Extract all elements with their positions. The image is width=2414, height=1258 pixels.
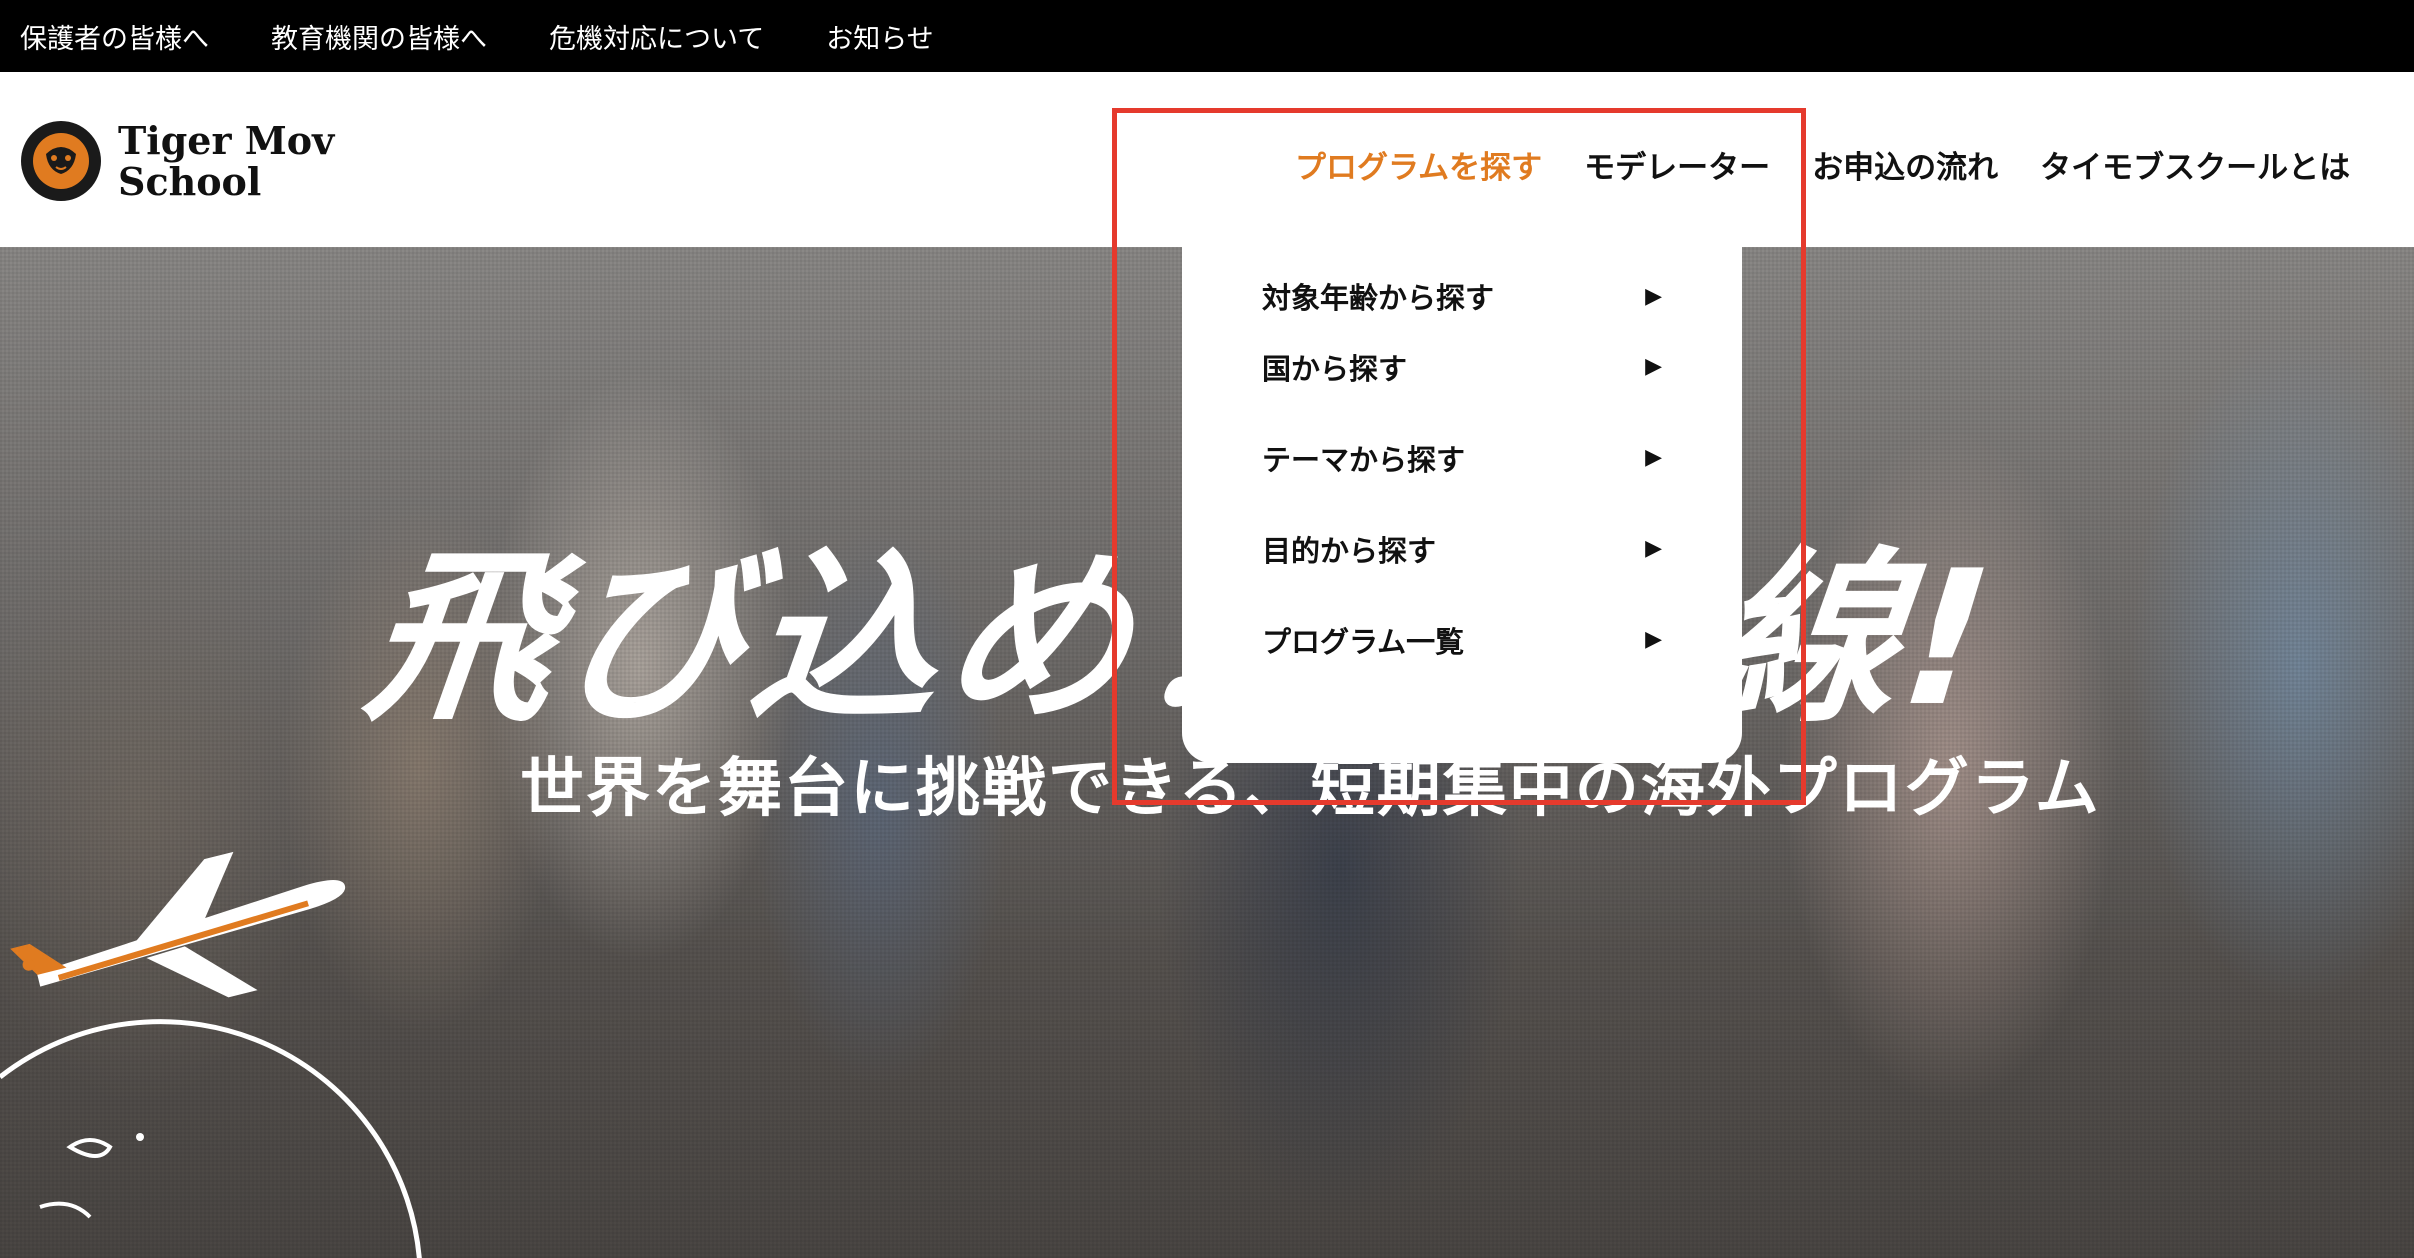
triangle-right-icon: ▶ [1645, 627, 1662, 652]
dropdown-item-program-list[interactable]: プログラム一覧 ▶ [1262, 594, 1662, 685]
main-nav: プログラムを探す モデレーター お申込の流れ タイモブスクールとは [1295, 142, 2386, 187]
top-utility-bar: 保護者の皆様へ 教育機関の皆様へ 危機対応について お知らせ [0, 0, 2414, 72]
topbar-link-schools[interactable]: 教育機関の皆様へ [271, 17, 487, 56]
brand-wordmark: Tiger Mov School [118, 120, 334, 202]
triangle-right-icon: ▶ [1645, 283, 1662, 309]
dropdown-item-label: テーマから探す [1262, 442, 1466, 477]
nav-item-moderators[interactable]: モデレーター [1584, 142, 1770, 187]
dropdown-item-label: 国から探す [1262, 351, 1408, 386]
triangle-right-icon: ▶ [1645, 536, 1662, 561]
dropdown-item-label: プログラム一覧 [1262, 624, 1465, 659]
dropdown-item-by-purpose[interactable]: 目的から探す ▶ [1262, 503, 1662, 594]
triangle-right-icon: ▶ [1645, 354, 1662, 379]
dropdown-item-by-theme[interactable]: テーマから探す ▶ [1262, 412, 1662, 503]
nav-item-about[interactable]: タイモブスクールとは [2040, 142, 2350, 187]
brand-name-line1: Tiger Mov [118, 118, 335, 163]
dropdown-menu-list: 対象年齢から探す ▶ 国から探す ▶ テーマから探す ▶ 目的から探す ▶ プロ… [1262, 271, 1662, 685]
nav-item-application-flow[interactable]: お申込の流れ [1812, 142, 1998, 187]
site-logo[interactable]: Tiger Mov School [20, 120, 334, 202]
dropdown-item-label: 目的から探す [1262, 533, 1437, 568]
airplane-globe-decoration-icon [0, 851, 422, 1258]
nav-item-search-programs[interactable]: プログラムを探す [1295, 142, 1542, 187]
topbar-link-parents[interactable]: 保護者の皆様へ [20, 17, 209, 56]
dropdown-item-by-age[interactable]: 対象年齢から探す ▶ [1262, 271, 1662, 321]
tiger-logo-icon [21, 121, 101, 201]
triangle-right-icon: ▶ [1645, 445, 1662, 470]
program-search-dropdown: 対象年齢から探す ▶ 国から探す ▶ テーマから探す ▶ 目的から探す ▶ プロ… [1182, 183, 1742, 763]
dropdown-item-by-country[interactable]: 国から探す ▶ [1262, 321, 1662, 412]
topbar-link-crisis[interactable]: 危機対応について [549, 17, 764, 56]
topbar-link-news[interactable]: お知らせ [826, 17, 933, 56]
brand-name-line2: School [118, 159, 262, 204]
dropdown-item-label: 対象年齢から探す [1262, 281, 1495, 315]
